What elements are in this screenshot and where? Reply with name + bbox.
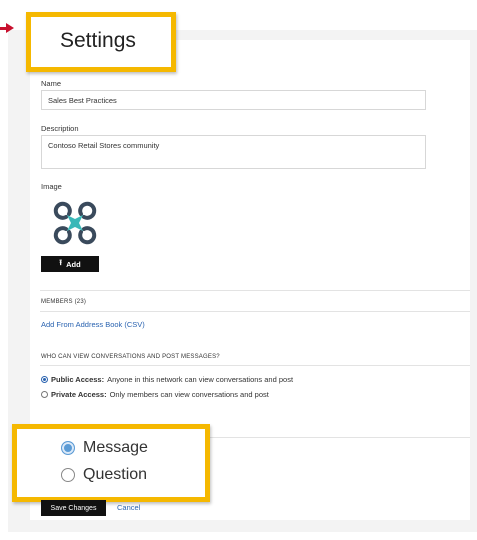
name-input[interactable]: Sales Best Practices — [41, 90, 426, 110]
divider — [40, 311, 470, 312]
page-title: Settings — [60, 29, 136, 52]
members-heading: MEMBERS (23) — [41, 299, 87, 305]
add-image-button[interactable]: ⭱ Add — [41, 256, 99, 272]
settings-highlight-box: Settings — [26, 12, 176, 72]
name-label: Name — [41, 79, 62, 88]
post-type-highlight-box: Message Question — [12, 424, 210, 502]
message-radio[interactable] — [61, 441, 75, 455]
upload-icon: ⭱ — [59, 258, 63, 267]
description-input-value: Contoso Retail Stores community — [48, 141, 160, 150]
private-access-desc: Only members can view conversations and … — [109, 390, 269, 399]
save-changes-button[interactable]: Save Changes — [41, 500, 106, 516]
public-access-radio[interactable] — [41, 376, 48, 383]
divider — [40, 365, 470, 366]
access-heading: WHO CAN VIEW CONVERSATIONS AND POST MESS… — [41, 354, 220, 360]
public-access-option[interactable]: Public Access: Anyone in this network ca… — [41, 375, 293, 384]
message-option[interactable]: Message — [61, 439, 148, 457]
add-from-address-book-link[interactable]: Add From Address Book (CSV) — [41, 320, 145, 329]
public-access-title: Public Access: — [51, 375, 105, 384]
description-input[interactable]: Contoso Retail Stores community — [41, 135, 426, 169]
divider — [40, 290, 470, 291]
arrow-head-icon — [6, 23, 14, 33]
private-access-title: Private Access: — [51, 390, 107, 399]
cancel-link[interactable]: Cancel — [117, 503, 140, 512]
divider — [200, 437, 470, 438]
public-access-desc: Anyone in this network can view conversa… — [107, 375, 294, 384]
private-access-option[interactable]: Private Access: Only members can view co… — [41, 390, 269, 399]
message-label: Message — [83, 439, 148, 456]
question-label: Question — [83, 466, 148, 483]
image-label: Image — [41, 182, 62, 191]
drone-logo-icon — [53, 201, 97, 245]
description-label: Description — [41, 124, 79, 133]
name-input-value: Sales Best Practices — [48, 96, 117, 105]
private-access-radio[interactable] — [41, 391, 48, 398]
question-radio[interactable] — [61, 468, 75, 482]
question-option[interactable]: Question — [61, 466, 147, 484]
add-button-label: Add — [66, 259, 81, 269]
